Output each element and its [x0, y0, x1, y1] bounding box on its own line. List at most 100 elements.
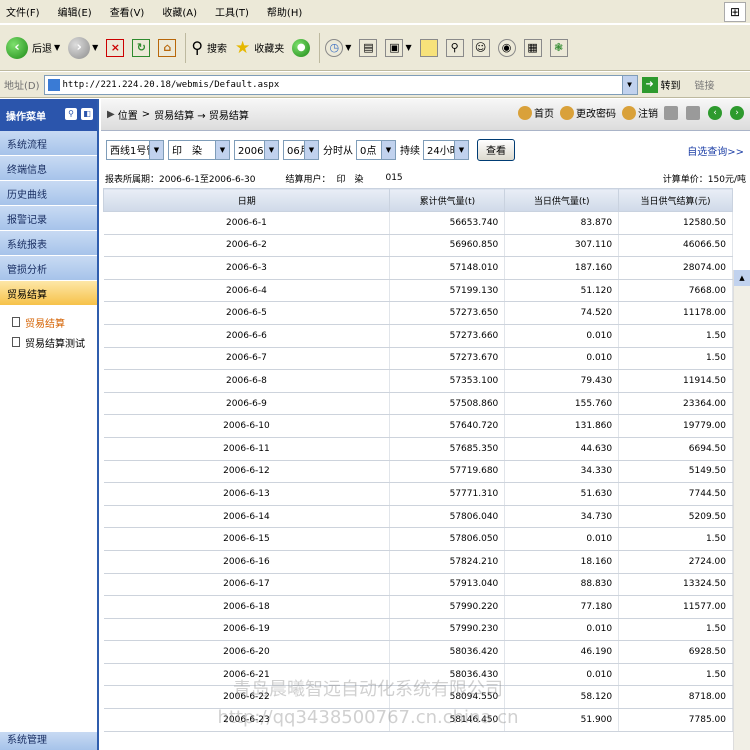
column-header-daily-supply[interactable]: 当日供气量(t) [504, 188, 620, 212]
print-button[interactable]: ▤ [357, 32, 379, 64]
year-select[interactable]: 2006年 ▼ [234, 139, 279, 160]
cell-daily-settlement: 1.50 [618, 347, 733, 371]
collapse-icon[interactable]: ◧ [81, 108, 93, 120]
sidebar-item-system-management[interactable]: 系统管理 [0, 732, 97, 750]
cell-daily-supply: 51.900 [504, 708, 620, 732]
sidebar-item-history-curve[interactable]: 历史曲线 [0, 181, 97, 206]
cell-cumulative: 57806.050 [389, 527, 506, 551]
start-hour-label: 分时从 [323, 146, 353, 157]
history-button[interactable]: ◷ ▼ [323, 32, 353, 64]
media-button[interactable]: ● [290, 32, 312, 64]
cell-daily-settlement: 7668.00 [618, 279, 733, 303]
table-row: 2006-6-20 58036.420 46.190 6928.50 [103, 640, 733, 664]
duration-label: 持续 [400, 146, 420, 157]
cell-cumulative: 57685.350 [389, 437, 506, 461]
menu-edit[interactable]: 编辑(E) [58, 4, 92, 19]
cell-cumulative: 57771.310 [389, 482, 506, 506]
cell-daily-settlement: 12580.50 [618, 211, 733, 235]
table-row: 2006-6-11 57685.350 44.630 6694.50 [103, 437, 733, 461]
table-header-row: 日期 累计供气量(t) 当日供气量(t) 当日供气结算(元) [102, 188, 733, 212]
edit-icon: ▣ [385, 38, 404, 57]
links-button[interactable]: 链接 [695, 77, 715, 92]
sidebar-item-alarm-records[interactable]: 报警记录 [0, 206, 97, 231]
sidebar-item-loss-analysis[interactable]: 管损分析 [0, 256, 97, 281]
menu-view[interactable]: 查看(V) [110, 4, 145, 19]
cell-cumulative: 57913.040 [389, 573, 506, 597]
vertical-scrollbar[interactable]: ▲ [733, 270, 750, 750]
column-header-cumulative[interactable]: 累计供气量(t) [389, 188, 506, 212]
home-icon [518, 105, 532, 120]
table-row: 2006-6-6 57273.660 0.010 1.50 [103, 324, 733, 348]
cell-daily-settlement: 7744.50 [618, 482, 733, 506]
address-input[interactable]: http://221.224.20.18/webmis/Default.aspx… [43, 74, 638, 95]
settlement-user-name: 印 染 [336, 174, 364, 185]
cell-cumulative: 57353.100 [389, 369, 506, 393]
cell-daily-supply: 77.180 [504, 595, 620, 619]
plugin-button[interactable]: ❃ [548, 32, 570, 64]
sidebar-subitem-label: 贸易结算测试 [25, 338, 85, 350]
custom-query-link[interactable]: 自选查询>> [687, 143, 744, 158]
sidebar-subitem-trade-settlement[interactable]: 贸易结算 [0, 312, 97, 332]
stop-button[interactable]: × [104, 32, 126, 64]
document-icon [12, 337, 20, 347]
forward-button[interactable]: › ▼ [66, 32, 100, 64]
go-arrow-icon[interactable]: ➜ [641, 76, 658, 93]
sidebar-item-system-reports[interactable]: 系统报表 [0, 231, 97, 256]
table-row: 2006-6-15 57806.050 0.010 1.50 [103, 527, 733, 551]
go-button[interactable]: 转到 [661, 77, 681, 92]
page-back-button[interactable]: ‹ [708, 105, 724, 120]
messenger-button[interactable]: ☺ [470, 32, 492, 64]
column-header-date[interactable]: 日期 [102, 188, 391, 212]
calculator-button[interactable]: ▦ [522, 32, 544, 64]
menu-tools[interactable]: 工具(T) [215, 4, 249, 19]
research-button[interactable]: ⚲ [444, 32, 466, 64]
table-row: 2006-6-16 57824.210 18.160 2724.00 [103, 550, 733, 574]
scroll-up-icon[interactable]: ▲ [734, 270, 750, 286]
pipeline-select[interactable]: 西线1号管0 ▼ [106, 139, 164, 160]
cell-cumulative: 56653.740 [389, 211, 506, 235]
duration-select[interactable]: 24小时 ▼ [423, 139, 469, 160]
penguin-icon: ◉ [497, 38, 516, 57]
cell-daily-supply: 58.120 [504, 685, 620, 710]
start-hour-select[interactable]: 0点 ▼ [356, 139, 396, 160]
back-button[interactable]: ‹ 后退 ▼ [4, 32, 62, 64]
column-header-daily-settlement[interactable]: 当日供气结算(元) [618, 188, 733, 212]
cell-daily-supply: 0.010 [504, 527, 620, 551]
month-select[interactable]: 06月 ▼ [283, 139, 319, 160]
print-page-button[interactable] [664, 105, 680, 120]
menu-favorites[interactable]: 收藏(A) [162, 4, 197, 19]
sidebar-item-terminal-info[interactable]: 终端信息 [0, 156, 97, 181]
table-row: 2006-6-10 57640.720 131.860 19779.00 [103, 414, 733, 438]
sidebar-subitem-trade-settlement-test[interactable]: 贸易结算测试 [0, 332, 97, 352]
export-button[interactable] [686, 105, 702, 120]
sidebar-item-system-flow[interactable]: 系统流程 [0, 131, 97, 156]
search-button[interactable]: ⚲ 搜索 [189, 32, 229, 64]
chevron-down-icon[interactable]: ▼ [621, 75, 637, 94]
home-button[interactable]: ⌂ [156, 32, 178, 64]
menu-help[interactable]: 帮助(H) [267, 4, 302, 19]
printer-icon: ▤ [359, 38, 378, 57]
menu-file[interactable]: 文件(F) [6, 4, 40, 19]
favorites-button[interactable]: ★ 收藏夹 [233, 32, 286, 64]
home-link[interactable]: 首页 [518, 105, 554, 120]
user-select[interactable]: 印 染 ▼ [168, 139, 230, 160]
sidebar-item-trade-settlement[interactable]: 贸易结算 [0, 281, 97, 306]
cell-cumulative: 57719.680 [389, 460, 506, 484]
refresh-button[interactable]: ↻ [130, 32, 152, 64]
stop-icon: × [106, 38, 125, 57]
table-row: 2006-6-23 58146.450 51.900 7785.00 [103, 708, 733, 732]
change-password-link[interactable]: 更改密码 [560, 105, 616, 120]
page-forward-button[interactable]: › [730, 105, 746, 120]
back-arrow-icon: ‹ [6, 36, 28, 59]
notes-button[interactable] [418, 32, 440, 64]
table-row: 2006-6-14 57806.040 34.730 5209.50 [103, 505, 733, 529]
query-button[interactable]: 查看 [477, 138, 515, 161]
media-icon: ● [292, 38, 311, 57]
menu-bar: 文件(F) 编辑(E) 查看(V) 收藏(A) 工具(T) 帮助(H) ⊞ [0, 0, 750, 24]
search-icon[interactable]: ⚲ [65, 108, 77, 120]
logout-link[interactable]: 注销 [622, 105, 658, 120]
favorites-label: 收藏夹 [254, 44, 285, 55]
chevron-down-icon: ▼ [215, 140, 229, 159]
edit-button[interactable]: ▣ ▼ [383, 32, 413, 64]
qq-button[interactable]: ◉ [496, 32, 518, 64]
